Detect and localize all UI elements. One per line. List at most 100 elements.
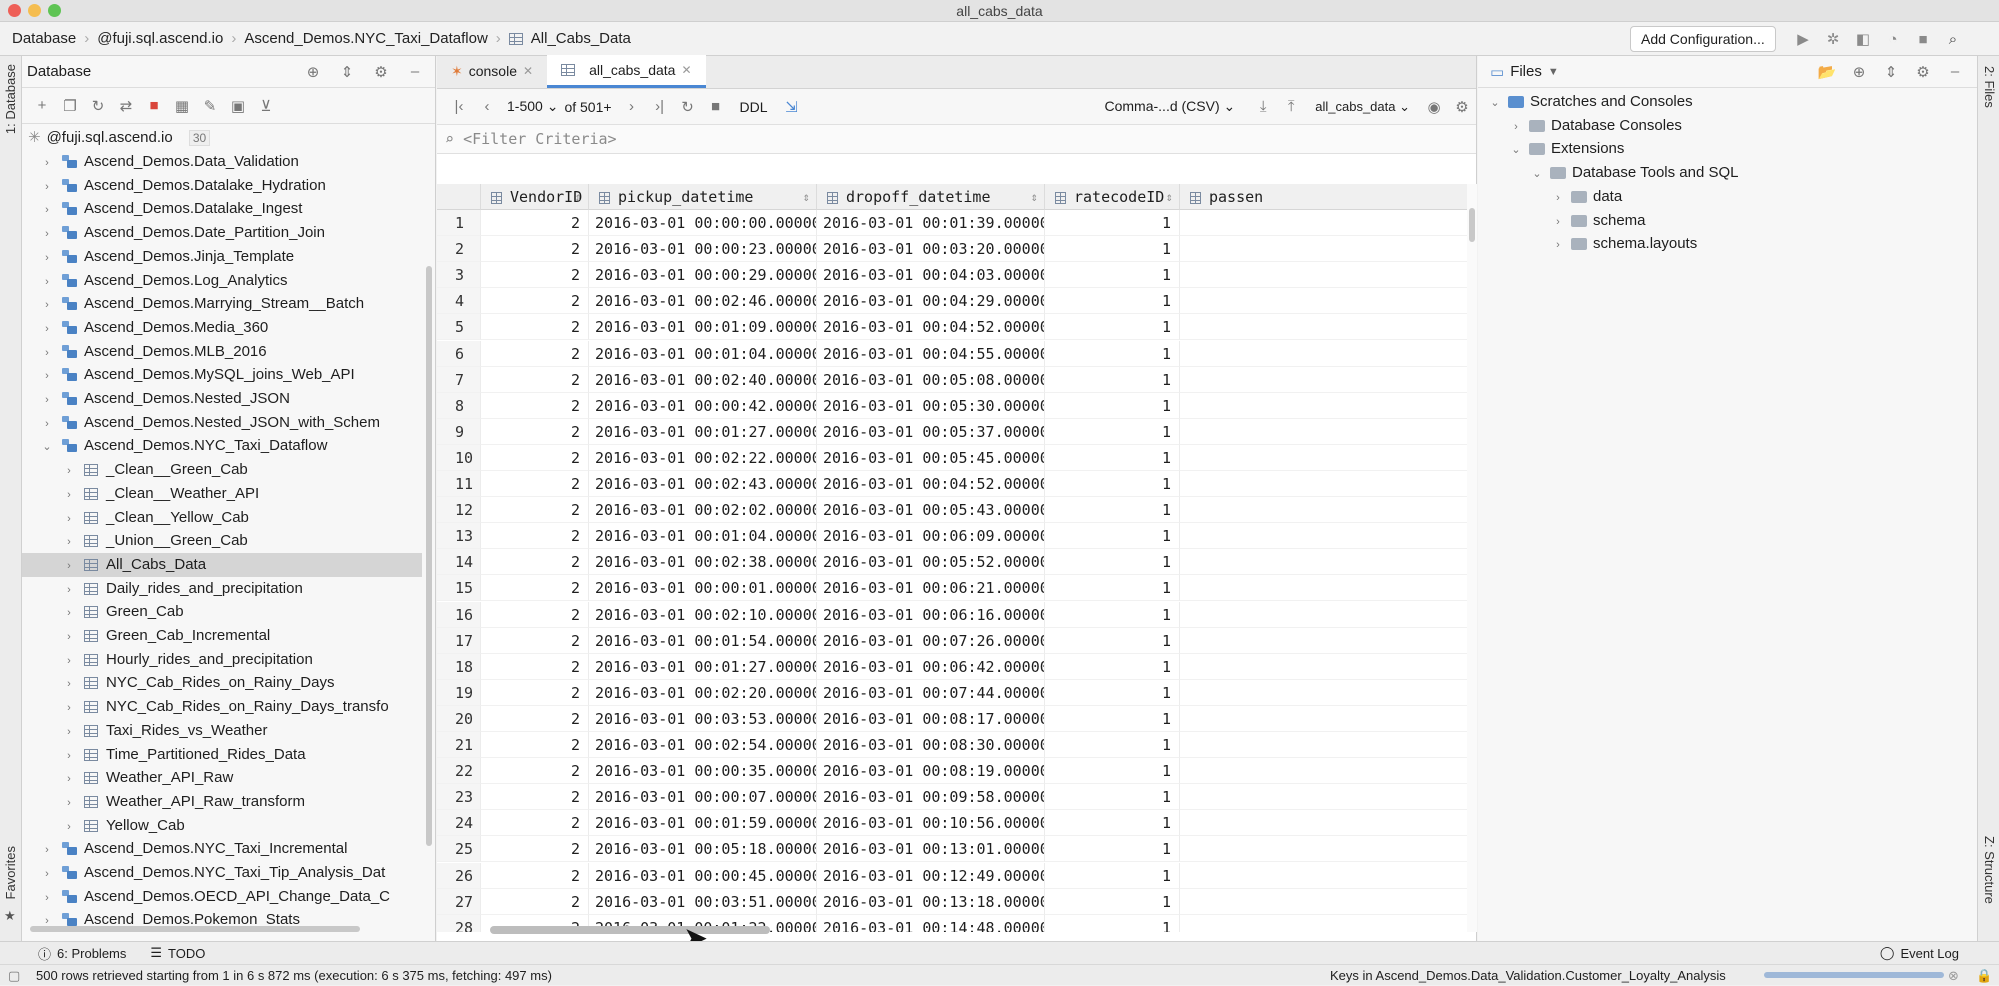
chevron-right-icon[interactable]: › (40, 413, 54, 435)
refresh-icon[interactable]: ↻ (84, 92, 112, 120)
chevron-down-icon[interactable]: ⌄ (1530, 163, 1544, 187)
table-cell[interactable]: 2016-03-01 00:05:43.000000000 (817, 497, 1045, 524)
table-cell[interactable]: 2 (481, 862, 589, 889)
tree-item-table[interactable]: › All_Cabs_Data (22, 552, 422, 577)
table-cell[interactable]: 2 (481, 705, 589, 732)
tree-item-table[interactable]: › Hourly_rides_and_precipitation (22, 648, 422, 672)
column-header[interactable]: pickup_datetime ⇕ (589, 184, 817, 210)
export-format-dropdown[interactable]: Comma-...d (CSV) ⌄ (1105, 98, 1236, 115)
tree-item-schema[interactable]: › Ascend_Demos.Media_360 (22, 316, 422, 340)
column-header[interactable]: VendorID ⇕ (481, 184, 589, 210)
table-cell-empty[interactable] (1180, 810, 1467, 837)
table-cell[interactable]: 2 (481, 314, 589, 341)
chevron-right-icon[interactable]: › (62, 484, 76, 506)
table-cell[interactable]: 2016-03-01 00:04:29.000000000 (817, 288, 1045, 315)
table-cell-empty[interactable] (1180, 836, 1467, 863)
column-header[interactable]: ratecodeID ⇕ (1045, 184, 1180, 210)
tree-vertical-scrollbar[interactable] (426, 266, 432, 846)
table-cell[interactable]: 2016-03-01 00:01:04.000000000 (589, 523, 817, 550)
tree-item-schema[interactable]: › Ascend_Demos.Nested_JSON (22, 387, 422, 411)
table-cell[interactable]: 2 (481, 758, 589, 785)
tree-item-schema[interactable]: › Ascend_Demos.Nested_JSON_with_Schem (22, 411, 422, 435)
table-cell-empty[interactable] (1180, 523, 1467, 550)
files-tree-item[interactable]: ⌄ Scratches and Consoles (1478, 90, 1692, 114)
table-cell[interactable]: 2 (481, 732, 589, 759)
sort-icon[interactable]: ⇕ (575, 184, 582, 209)
table-cell[interactable]: 2016-03-01 00:00:23.000000000 (589, 236, 817, 263)
profile-icon[interactable]: ◔ (1880, 26, 1906, 52)
chevron-right-icon[interactable]: › (1551, 211, 1565, 235)
tree-item-table[interactable]: › _Clean__Yellow_Cab (22, 506, 422, 530)
tree-item-table[interactable]: › NYC_Cab_Rides_on_Rainy_Days_transfo (22, 695, 422, 719)
table-cell[interactable]: 2016-03-01 00:06:09.000000000 (817, 523, 1045, 550)
breadcrumb-table[interactable]: All_Cabs_Data (508, 30, 631, 47)
table-cell-empty[interactable] (1180, 575, 1467, 602)
close-tab-icon[interactable]: ✕ (523, 55, 533, 88)
table-cell[interactable]: 2016-03-01 00:10:56.000000000 (817, 810, 1045, 837)
database-tool-tab[interactable]: 1: Database (3, 64, 18, 134)
table-cell[interactable]: 2016-03-01 00:02:46.000000000 (589, 288, 817, 315)
tree-item-schema[interactable]: › Ascend_Demos.Date_Partition_Join (22, 221, 422, 245)
table-view-icon[interactable]: ▦ (168, 92, 196, 120)
problems-tool-button[interactable]: ⓘ 6: Problems (38, 944, 126, 963)
table-cell[interactable]: 2016-03-01 00:02:40.000000000 (589, 366, 817, 393)
chevron-down-icon[interactable]: ▼ (1548, 66, 1559, 78)
tab-all-cabs-data[interactable]: all_cabs_data ✕ (547, 55, 706, 88)
table-cell-empty[interactable] (1180, 784, 1467, 811)
table-cell-empty[interactable] (1180, 236, 1467, 263)
files-tree-item[interactable]: › schema.layouts (1478, 232, 1697, 256)
tree-item-schema[interactable]: › Ascend_Demos.NYC_Taxi_Incremental (22, 837, 422, 861)
table-cell-empty[interactable] (1180, 497, 1467, 524)
chevron-right-icon[interactable]: › (1551, 187, 1565, 211)
table-cell-empty[interactable] (1180, 680, 1467, 706)
table-cell[interactable]: 2016-03-01 00:05:08.000000000 (817, 366, 1045, 393)
table-cell[interactable]: 1 (1045, 836, 1180, 863)
table-cell-empty[interactable] (1180, 210, 1467, 237)
chevron-down-icon[interactable]: ⌄ (1509, 139, 1523, 163)
grid-horizontal-scrollbar[interactable] (490, 926, 770, 934)
tree-item-schema[interactable]: › Ascend_Demos.Data_Validation (22, 150, 422, 174)
minimize-window-button[interactable] (28, 4, 41, 17)
chevron-right-icon[interactable]: › (62, 626, 76, 648)
table-cell[interactable]: 1 (1045, 444, 1180, 471)
view-options-icon[interactable]: ◉ (1420, 93, 1448, 121)
table-selector-dropdown[interactable]: all_cabs_data ⌄ (1315, 99, 1410, 115)
table-cell-empty[interactable] (1180, 341, 1467, 367)
hide-panel-icon[interactable]: – (1941, 58, 1969, 86)
table-cell[interactable]: 2016-03-01 00:08:30.000000000 (817, 732, 1045, 759)
coverage-icon[interactable]: ◧ (1850, 26, 1876, 52)
tree-item-table[interactable]: › _Clean__Green_Cab (22, 458, 422, 482)
add-icon[interactable]: + (28, 92, 56, 120)
table-cell[interactable]: 1 (1045, 627, 1180, 654)
table-cell-empty[interactable] (1180, 732, 1467, 759)
chevron-right-icon[interactable]: › (40, 342, 54, 364)
files-tree-item[interactable]: › Database Consoles (1478, 114, 1682, 138)
table-cell-empty[interactable] (1180, 288, 1467, 315)
table-cell[interactable]: 2016-03-01 00:00:29.000000000 (589, 262, 817, 289)
tree-item-table[interactable]: › Weather_API_Raw (22, 766, 422, 790)
table-cell[interactable]: 1 (1045, 262, 1180, 289)
tree-item-table[interactable]: › Daily_rides_and_precipitation (22, 577, 422, 601)
tree-item-table[interactable]: › Weather_API_Raw_transform (22, 790, 422, 814)
structure-tool-tab[interactable]: Z: Structure (1982, 836, 1997, 904)
table-cell[interactable]: 2016-03-01 00:06:42.000000000 (817, 653, 1045, 680)
chevron-right-icon[interactable]: › (1551, 234, 1565, 258)
collapse-all-icon[interactable]: ⇕ (1877, 58, 1905, 86)
table-cell[interactable]: 1 (1045, 549, 1180, 576)
tree-item-table[interactable]: › NYC_Cab_Rides_on_Rainy_Days (22, 671, 422, 695)
table-cell[interactable]: 1 (1045, 471, 1180, 498)
table-cell[interactable]: 2016-03-01 00:14:48.000000000 (817, 914, 1045, 932)
sort-icon[interactable]: ⇕ (1166, 184, 1173, 209)
breadcrumb-database[interactable]: Database (12, 30, 76, 47)
column-header[interactable]: passen (1180, 184, 1467, 210)
gear-icon[interactable]: ⚙ (1448, 93, 1476, 121)
table-cell[interactable]: 1 (1045, 758, 1180, 785)
table-cell[interactable]: 2016-03-01 00:05:37.000000000 (817, 418, 1045, 445)
chevron-right-icon[interactable]: › (40, 271, 54, 293)
table-cell[interactable]: 2016-03-01 00:00:07.000000000 (589, 784, 817, 811)
chevron-right-icon[interactable]: › (40, 365, 54, 387)
table-cell[interactable]: 2016-03-01 00:03:53.000000000 (589, 705, 817, 732)
table-cell[interactable]: 1 (1045, 340, 1180, 367)
copy-icon[interactable]: ❐ (56, 92, 84, 120)
table-cell[interactable]: 1 (1045, 705, 1180, 732)
